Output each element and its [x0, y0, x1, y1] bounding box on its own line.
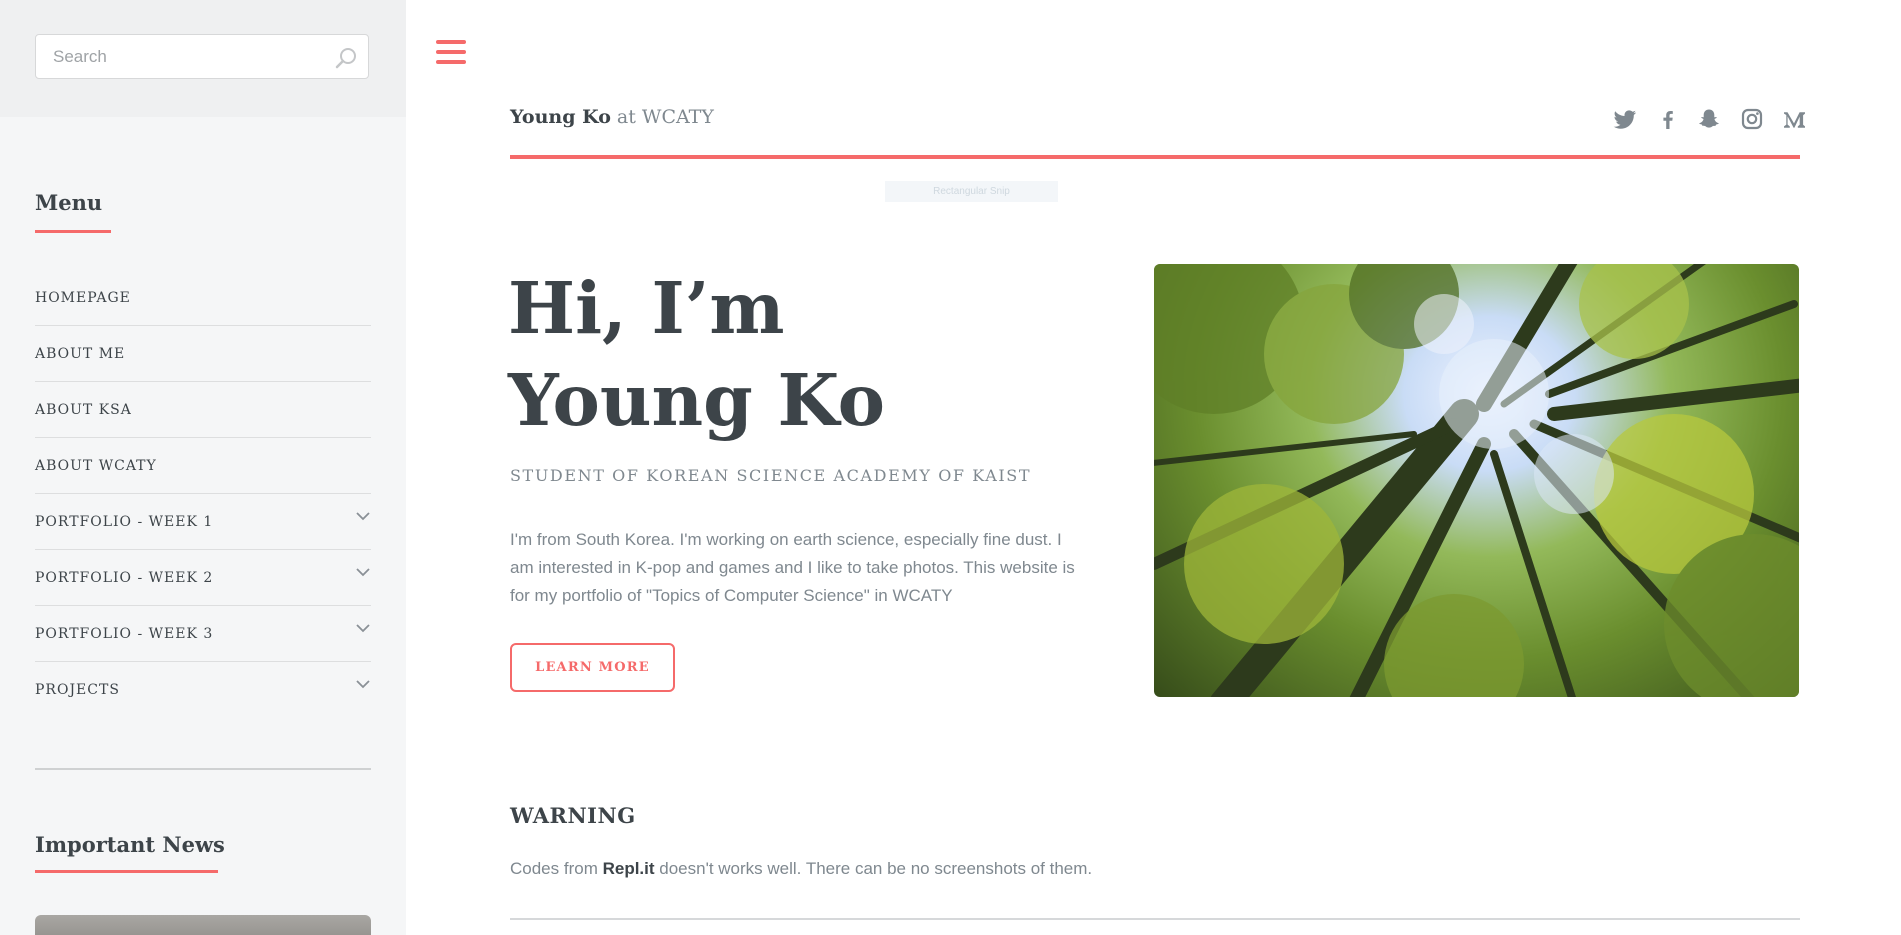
sidebar-item-label: PORTFOLIO - WEEK 1: [35, 514, 214, 530]
site-title-suffix: at WCATY: [610, 106, 714, 128]
chevron-down-icon[interactable]: [355, 620, 371, 636]
site-title-name: Young Ko: [510, 106, 611, 128]
sidebar-item-homepage[interactable]: HOMEPAGE: [35, 270, 371, 326]
menu-heading-underline: [35, 230, 111, 233]
sidebar-item-label: ABOUT WCATY: [35, 458, 157, 474]
warning-text: Codes from Repl.it doesn't works well. T…: [510, 859, 1093, 878]
sidebar-item-portfolio-week-1[interactable]: PORTFOLIO - WEEK 1: [35, 494, 371, 550]
sidebar: Menu HOMEPAGE ABOUT ME ABOUT KSA ABOUT W…: [0, 0, 406, 935]
search-section: [0, 0, 406, 117]
search-icon[interactable]: [334, 46, 358, 70]
search-box: [35, 34, 369, 79]
header-divider: [510, 155, 1800, 159]
sidebar-item-portfolio-week-3[interactable]: PORTFOLIO - WEEK 3: [35, 606, 371, 662]
sidebar-item-label: ABOUT ME: [35, 346, 126, 362]
hamburger-icon: [436, 40, 466, 44]
sidebar-item-label: PORTFOLIO - WEEK 3: [35, 626, 214, 642]
instagram-icon[interactable]: [1740, 106, 1764, 132]
chevron-down-icon[interactable]: [355, 564, 371, 580]
menu-heading: Menu: [35, 190, 103, 215]
section-divider: [510, 918, 1800, 920]
sidebar-item-about-wcaty[interactable]: ABOUT WCATY: [35, 438, 371, 494]
chevron-down-icon[interactable]: [355, 508, 371, 524]
news-heading-underline: [35, 870, 218, 873]
sidebar-menu: HOMEPAGE ABOUT ME ABOUT KSA ABOUT WCATY …: [35, 270, 371, 718]
sidebar-item-portfolio-week-2[interactable]: PORTFOLIO - WEEK 2: [35, 550, 371, 606]
sidebar-item-about-me[interactable]: ABOUT ME: [35, 326, 371, 382]
sidebar-item-label: HOMEPAGE: [35, 290, 131, 306]
news-heading: Important News: [35, 832, 225, 857]
news-image[interactable]: [35, 915, 371, 935]
sidebar-item-label: PORTFOLIO - WEEK 2: [35, 570, 214, 586]
snip-overlay: Rectangular Snip: [885, 181, 1058, 202]
sidebar-item-label: PROJECTS: [35, 682, 120, 698]
sidebar-item-projects[interactable]: PROJECTS: [35, 662, 371, 718]
replit-link[interactable]: Repl.it: [603, 859, 655, 878]
hero-title: Hi, I’m Young Ko: [508, 262, 885, 446]
warning-heading: WARNING: [510, 803, 636, 828]
snapchat-icon[interactable]: [1697, 106, 1721, 132]
sidebar-item-about-ksa[interactable]: ABOUT KSA: [35, 382, 371, 438]
hero-title-line-1: Hi, I’m: [508, 266, 785, 350]
hero-title-line-2: Young Ko: [508, 358, 885, 442]
facebook-icon[interactable]: [1656, 106, 1680, 132]
sidebar-item-label: ABOUT KSA: [35, 402, 132, 418]
site-title[interactable]: Young Ko at WCATY: [510, 106, 714, 128]
hero-description: I'm from South Korea. I'm working on ear…: [510, 530, 1075, 605]
hero-image-bamboo-forest: [1154, 264, 1799, 697]
hero-subtitle: STUDENT OF KOREAN SCIENCE ACADEMY OF KAI…: [510, 466, 1032, 485]
learn-more-button[interactable]: LEARN MORE: [510, 643, 675, 692]
chevron-down-icon[interactable]: [355, 676, 371, 692]
search-input[interactable]: [36, 35, 368, 78]
menu-toggle-button[interactable]: [436, 40, 466, 70]
sidebar-divider: [35, 768, 371, 770]
twitter-icon[interactable]: [1613, 106, 1637, 132]
medium-icon[interactable]: [1782, 106, 1808, 132]
